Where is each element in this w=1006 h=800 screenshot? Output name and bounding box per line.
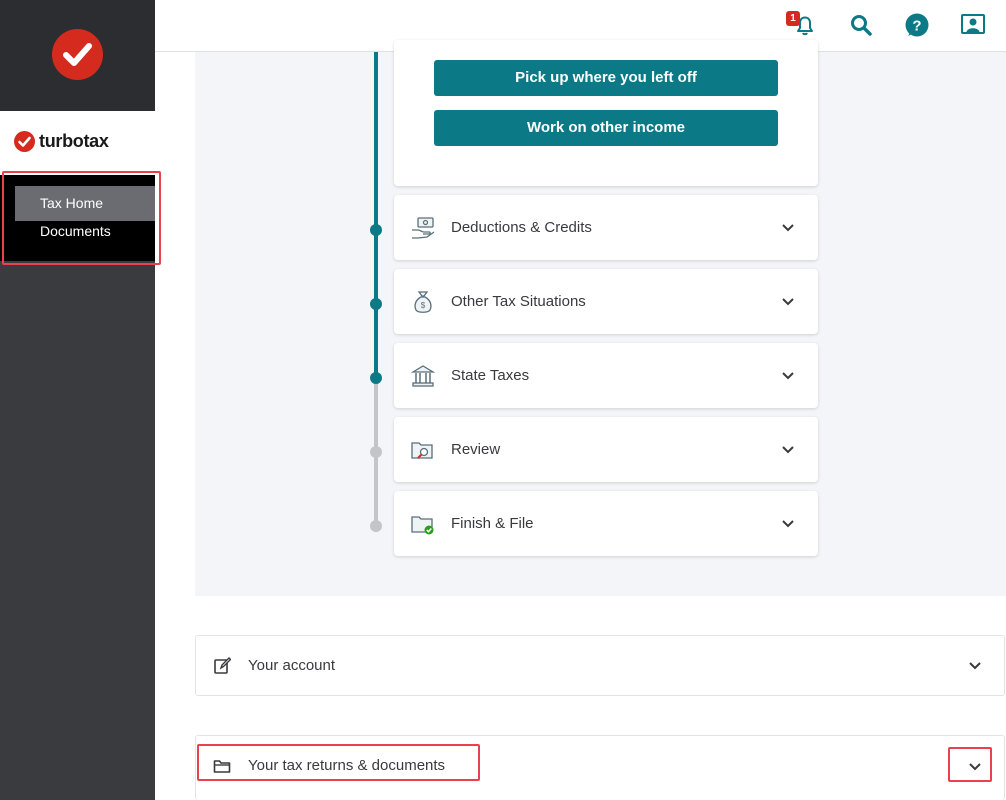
work-on-other-income-button[interactable]: Work on other income bbox=[434, 110, 778, 146]
notification-badge: 1 bbox=[786, 11, 800, 26]
section-label: Other Tax Situations bbox=[451, 293, 586, 310]
section-review[interactable]: Review bbox=[394, 417, 818, 482]
edit-icon bbox=[214, 657, 231, 674]
search-icon[interactable] bbox=[848, 12, 874, 38]
timeline-dot bbox=[370, 224, 382, 236]
timeline-complete bbox=[374, 52, 378, 378]
svg-text:?: ? bbox=[912, 18, 921, 35]
chevron-down-icon[interactable] bbox=[781, 519, 795, 529]
highlight-outline-sidebar bbox=[2, 171, 161, 265]
chevron-down-icon[interactable] bbox=[781, 223, 795, 233]
bank-building-icon bbox=[410, 363, 436, 389]
highlight-outline-chevron bbox=[948, 747, 992, 782]
profile-icon[interactable] bbox=[960, 12, 986, 38]
pick-up-button[interactable]: Pick up where you left off bbox=[434, 60, 778, 96]
section-other-tax-situations[interactable]: $ Other Tax Situations bbox=[394, 269, 818, 334]
chevron-down-icon[interactable] bbox=[781, 371, 795, 381]
turbotax-check-icon[interactable] bbox=[52, 29, 103, 80]
section-label: Deductions & Credits bbox=[451, 219, 592, 236]
timeline-dot bbox=[370, 298, 382, 310]
sidebar-logo-area bbox=[0, 0, 155, 111]
brand-name: turbotax bbox=[39, 131, 109, 151]
chevron-down-icon[interactable] bbox=[968, 661, 982, 671]
section-label: Review bbox=[451, 441, 501, 458]
timeline-dot bbox=[370, 446, 382, 458]
turbotax-logo: turbotax bbox=[14, 131, 109, 152]
your-account-label: Your account bbox=[248, 657, 336, 674]
your-account-card[interactable]: Your account bbox=[195, 635, 1005, 696]
help-icon[interactable]: ? bbox=[904, 12, 930, 38]
highlight-outline-tax-returns bbox=[197, 744, 480, 781]
money-hand-icon bbox=[410, 215, 436, 241]
folder-search-icon bbox=[410, 437, 436, 463]
chevron-down-icon[interactable] bbox=[781, 445, 795, 455]
timeline-dot bbox=[370, 372, 382, 384]
section-finish-file[interactable]: Finish & File bbox=[394, 491, 818, 556]
section-deductions-credits[interactable]: Deductions & Credits bbox=[394, 195, 818, 260]
svg-text:$: $ bbox=[421, 301, 426, 310]
section-state-taxes[interactable]: State Taxes bbox=[394, 343, 818, 408]
timeline-dot bbox=[370, 520, 382, 532]
money-bag-icon: $ bbox=[410, 289, 436, 315]
logo-check-icon bbox=[14, 131, 35, 152]
section-label: Finish & File bbox=[451, 515, 534, 532]
sidebar: turbotax Tax Home Documents bbox=[0, 0, 161, 800]
section-label: State Taxes bbox=[451, 367, 530, 384]
folder-check-icon bbox=[410, 511, 436, 537]
chevron-down-icon[interactable] bbox=[781, 297, 795, 307]
